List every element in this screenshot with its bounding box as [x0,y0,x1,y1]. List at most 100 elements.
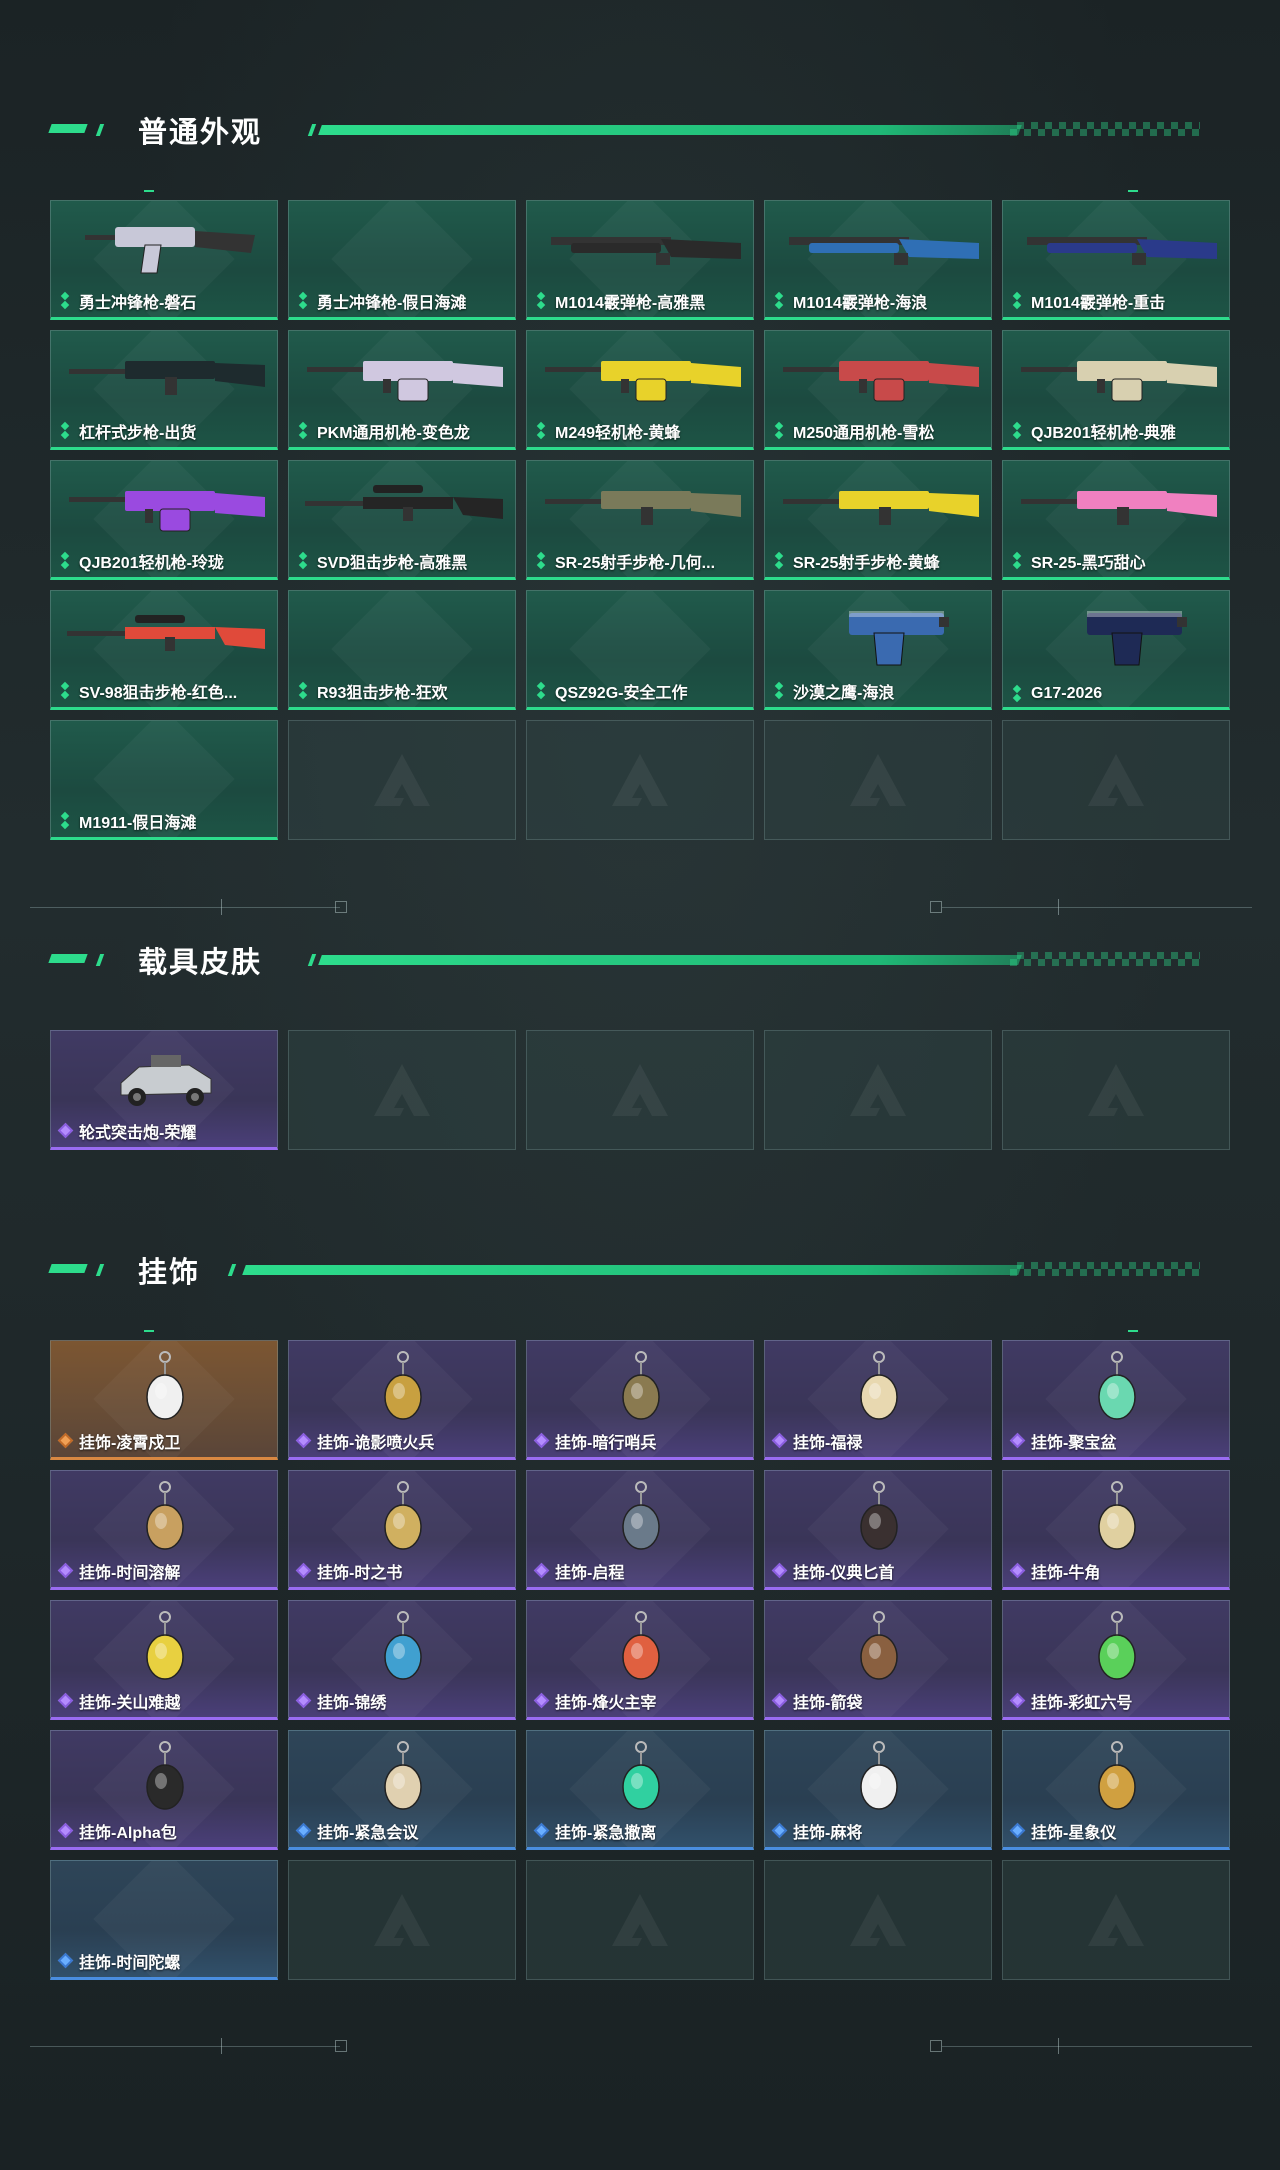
item-tile[interactable]: QSZ92G-安全工作 [526,590,754,710]
rarity-icon [1011,1432,1025,1450]
item-tile[interactable]: SR-25射手步枪-几何... [526,460,754,580]
charm-icon [289,1731,515,1831]
marker [144,1330,154,1332]
item-tile[interactable]: R93狙击步枪-狂欢 [288,590,516,710]
header-bar [318,955,1022,965]
charm-icon [51,1731,277,1831]
item-tile[interactable]: SV-98狙击步枪-红色... [50,590,278,710]
item-tile[interactable]: 勇士冲锋枪-磐石 [50,200,278,320]
item-tile[interactable]: 挂饰-星象仪 [1002,1730,1230,1850]
item-tile[interactable]: 挂饰-时之书 [288,1470,516,1590]
item-tile[interactable]: 沙漠之鹰-海浪 [764,590,992,710]
item-tile[interactable]: 挂饰-Alpha包 [50,1730,278,1850]
rarity-icon [59,1122,73,1140]
item-tile[interactable]: 挂饰-紧急会议 [288,1730,516,1850]
empty-slot [288,1030,516,1150]
charm-icon [765,1341,991,1441]
section-title: 挂饰 [138,1257,201,1289]
charm-icon [527,1731,753,1831]
pistol-icon [1003,591,1229,691]
item-label-row: 挂饰-烽火主宰 [535,1689,656,1713]
item-tile[interactable]: 挂饰-锦绣 [288,1600,516,1720]
empty-slot [526,720,754,840]
item-name: 杠杆式步枪-出货 [79,425,197,442]
rarity-icon [535,682,549,700]
shotgun-icon [765,201,991,301]
item-tile[interactable]: 杠杆式步枪-出货 [50,330,278,450]
item-tile[interactable]: 挂饰-时间溶解 [50,1470,278,1590]
item-name: 挂饰-麻将 [793,1825,863,1842]
item-tile[interactable]: 挂饰-福禄 [764,1340,992,1460]
section-header: 普通外观 [0,103,1280,153]
charm-icon [765,1731,991,1831]
item-tile[interactable]: 轮式突击炮-荣耀 [50,1030,278,1150]
item-tile[interactable]: SR-25射手步枪-黄蜂 [764,460,992,580]
charm-icon [289,1471,515,1571]
marker [1128,1330,1138,1332]
logo-watermark-icon [370,1890,434,1950]
rarity-icon [59,552,73,570]
item-label-row: QJB201轻机枪-典雅 [1011,419,1176,443]
item-tile[interactable]: 挂饰-凌霄戍卫 [50,1340,278,1460]
item-label-row: SR-25射手步枪-黄蜂 [773,549,940,573]
item-tile[interactable]: QJB201轻机枪-玲珑 [50,460,278,580]
item-label-row: SR-25-黑巧甜心 [1011,549,1146,573]
item-label-row: M1014霰弹枪-重击 [1011,289,1165,313]
item-tile[interactable]: 挂饰-关山难越 [50,1600,278,1720]
item-tile[interactable]: 挂饰-烽火主宰 [526,1600,754,1720]
logo-watermark-icon [1084,750,1148,810]
empty-slot [526,1030,754,1150]
item-tile[interactable]: M1911-假日海滩 [50,720,278,840]
item-name: 挂饰-启程 [555,1565,625,1582]
divider [0,897,1280,917]
item-tile[interactable]: 挂饰-紧急撤离 [526,1730,754,1850]
divider [0,2036,1280,2056]
item-tile[interactable]: 挂饰-彩虹六号 [1002,1600,1230,1720]
item-tile[interactable]: PKM通用机枪-变色龙 [288,330,516,450]
item-tile[interactable]: G17-2026 [1002,590,1230,710]
item-tile[interactable]: QJB201轻机枪-典雅 [1002,330,1230,450]
item-label-row: PKM通用机枪-变色龙 [297,419,470,443]
rarity-icon [535,292,549,310]
logo-watermark-icon [608,750,672,810]
empty-slot [764,1030,992,1150]
machine-gun-icon [289,331,515,431]
item-tile[interactable]: 挂饰-聚宝盆 [1002,1340,1230,1460]
item-tile[interactable]: M1014霰弹枪-重击 [1002,200,1230,320]
sniper-rifle-icon [51,591,277,691]
item-label-row: 勇士冲锋枪-假日海滩 [297,289,466,313]
item-tile[interactable]: 挂饰-诡影喷火兵 [288,1340,516,1460]
rarity-icon [297,682,311,700]
item-name: 挂饰-箭袋 [793,1695,863,1712]
item-tile[interactable]: M249轻机枪-黄蜂 [526,330,754,450]
logo-watermark-icon [608,1060,672,1120]
rarity-icon [773,292,787,310]
item-tile[interactable]: 勇士冲锋枪-假日海滩 [288,200,516,320]
rarity-icon [297,422,311,440]
item-tile[interactable]: M250通用机枪-雪松 [764,330,992,450]
item-tile[interactable]: 挂饰-时间陀螺 [50,1860,278,1980]
rarity-icon [773,422,787,440]
header-bar [48,954,88,963]
item-tile[interactable]: 挂饰-麻将 [764,1730,992,1850]
item-label-row: 勇士冲锋枪-磐石 [59,289,196,313]
machine-gun-icon [51,461,277,561]
item-tile[interactable]: 挂饰-暗行哨兵 [526,1340,754,1460]
rarity-icon [773,1692,787,1710]
item-tile[interactable]: SVD狙击步枪-高雅黑 [288,460,516,580]
item-label-row: 挂饰-彩虹六号 [1011,1689,1132,1713]
item-tile[interactable]: M1014霰弹枪-高雅黑 [526,200,754,320]
rarity-icon [297,1692,311,1710]
item-label-row: M1014霰弹枪-高雅黑 [535,289,705,313]
item-tile[interactable]: 挂饰-仪典匕首 [764,1470,992,1590]
item-name: 挂饰-聚宝盆 [1031,1435,1117,1452]
logo-watermark-icon [370,750,434,810]
marker [144,190,154,192]
item-tile[interactable]: SR-25-黑巧甜心 [1002,460,1230,580]
item-tile[interactable]: 挂饰-箭袋 [764,1600,992,1720]
item-tile[interactable]: M1014霰弹枪-海浪 [764,200,992,320]
item-tile[interactable]: 挂饰-牛角 [1002,1470,1230,1590]
item-name: 挂饰-时间陀螺 [79,1955,181,1972]
item-tile[interactable]: 挂饰-启程 [526,1470,754,1590]
item-label-row: 挂饰-箭袋 [773,1689,862,1713]
